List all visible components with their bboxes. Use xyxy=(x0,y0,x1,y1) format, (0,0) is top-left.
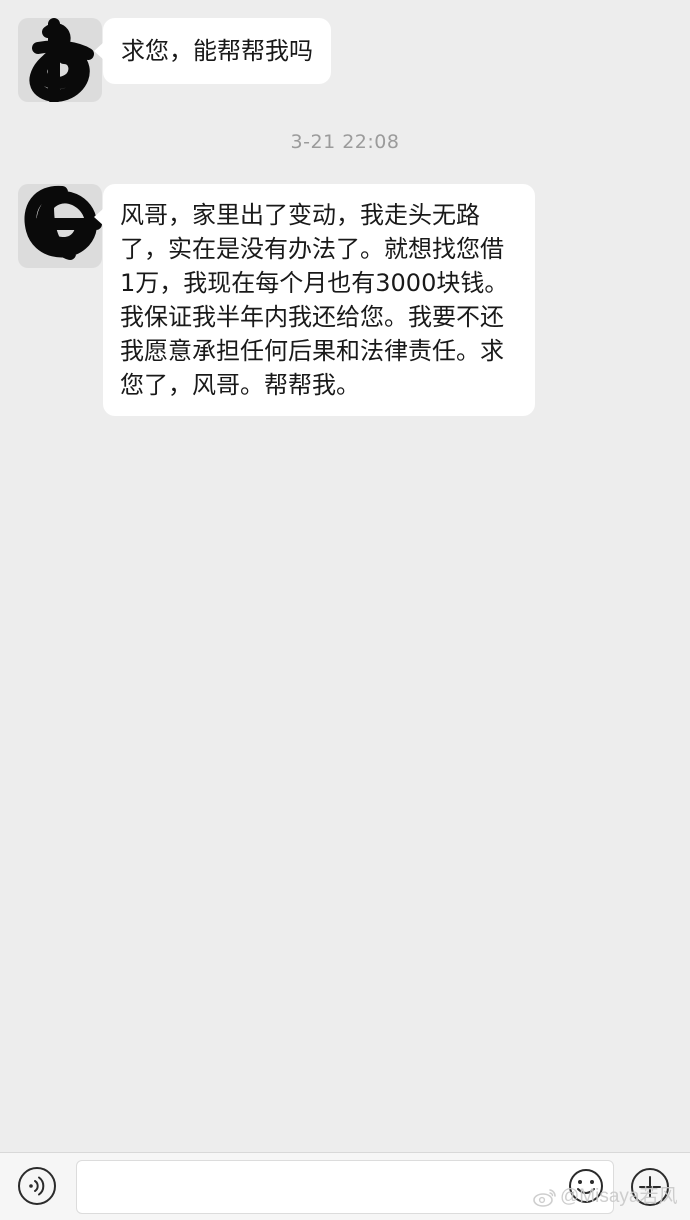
contact-avatar[interactable] xyxy=(18,18,102,102)
message-timestamp: 3-21 22:08 xyxy=(290,131,400,153)
watermark-text: @Misaya若风 xyxy=(560,1186,678,1207)
contact-avatar[interactable] xyxy=(18,184,102,268)
message-bubble[interactable]: 风哥，家里出了变动，我走头无路了，实在是没有办法了。就想找您借1万，我现在每个月… xyxy=(94,184,535,416)
redacted-avatar-scribble-icon xyxy=(18,184,102,268)
message-bubble[interactable]: 求您，能帮帮我吗 xyxy=(94,18,331,84)
message-text: 风哥，家里出了变动，我走头无路了，实在是没有办法了。就想找您借1万，我现在每个月… xyxy=(120,201,509,399)
message-text: 求您，能帮帮我吗 xyxy=(121,37,313,65)
watermark: @Misaya若风 xyxy=(532,1181,677,1208)
weibo-icon xyxy=(533,1189,556,1207)
voice-icon xyxy=(29,1176,45,1196)
chat-message-area[interactable]: 求您，能帮帮我吗 3-21 22:08 风哥，家里出了变动，我走头无路了，实在是… xyxy=(0,0,690,1152)
voice-button[interactable] xyxy=(18,1167,56,1205)
redacted-avatar-scribble-icon xyxy=(18,18,102,102)
